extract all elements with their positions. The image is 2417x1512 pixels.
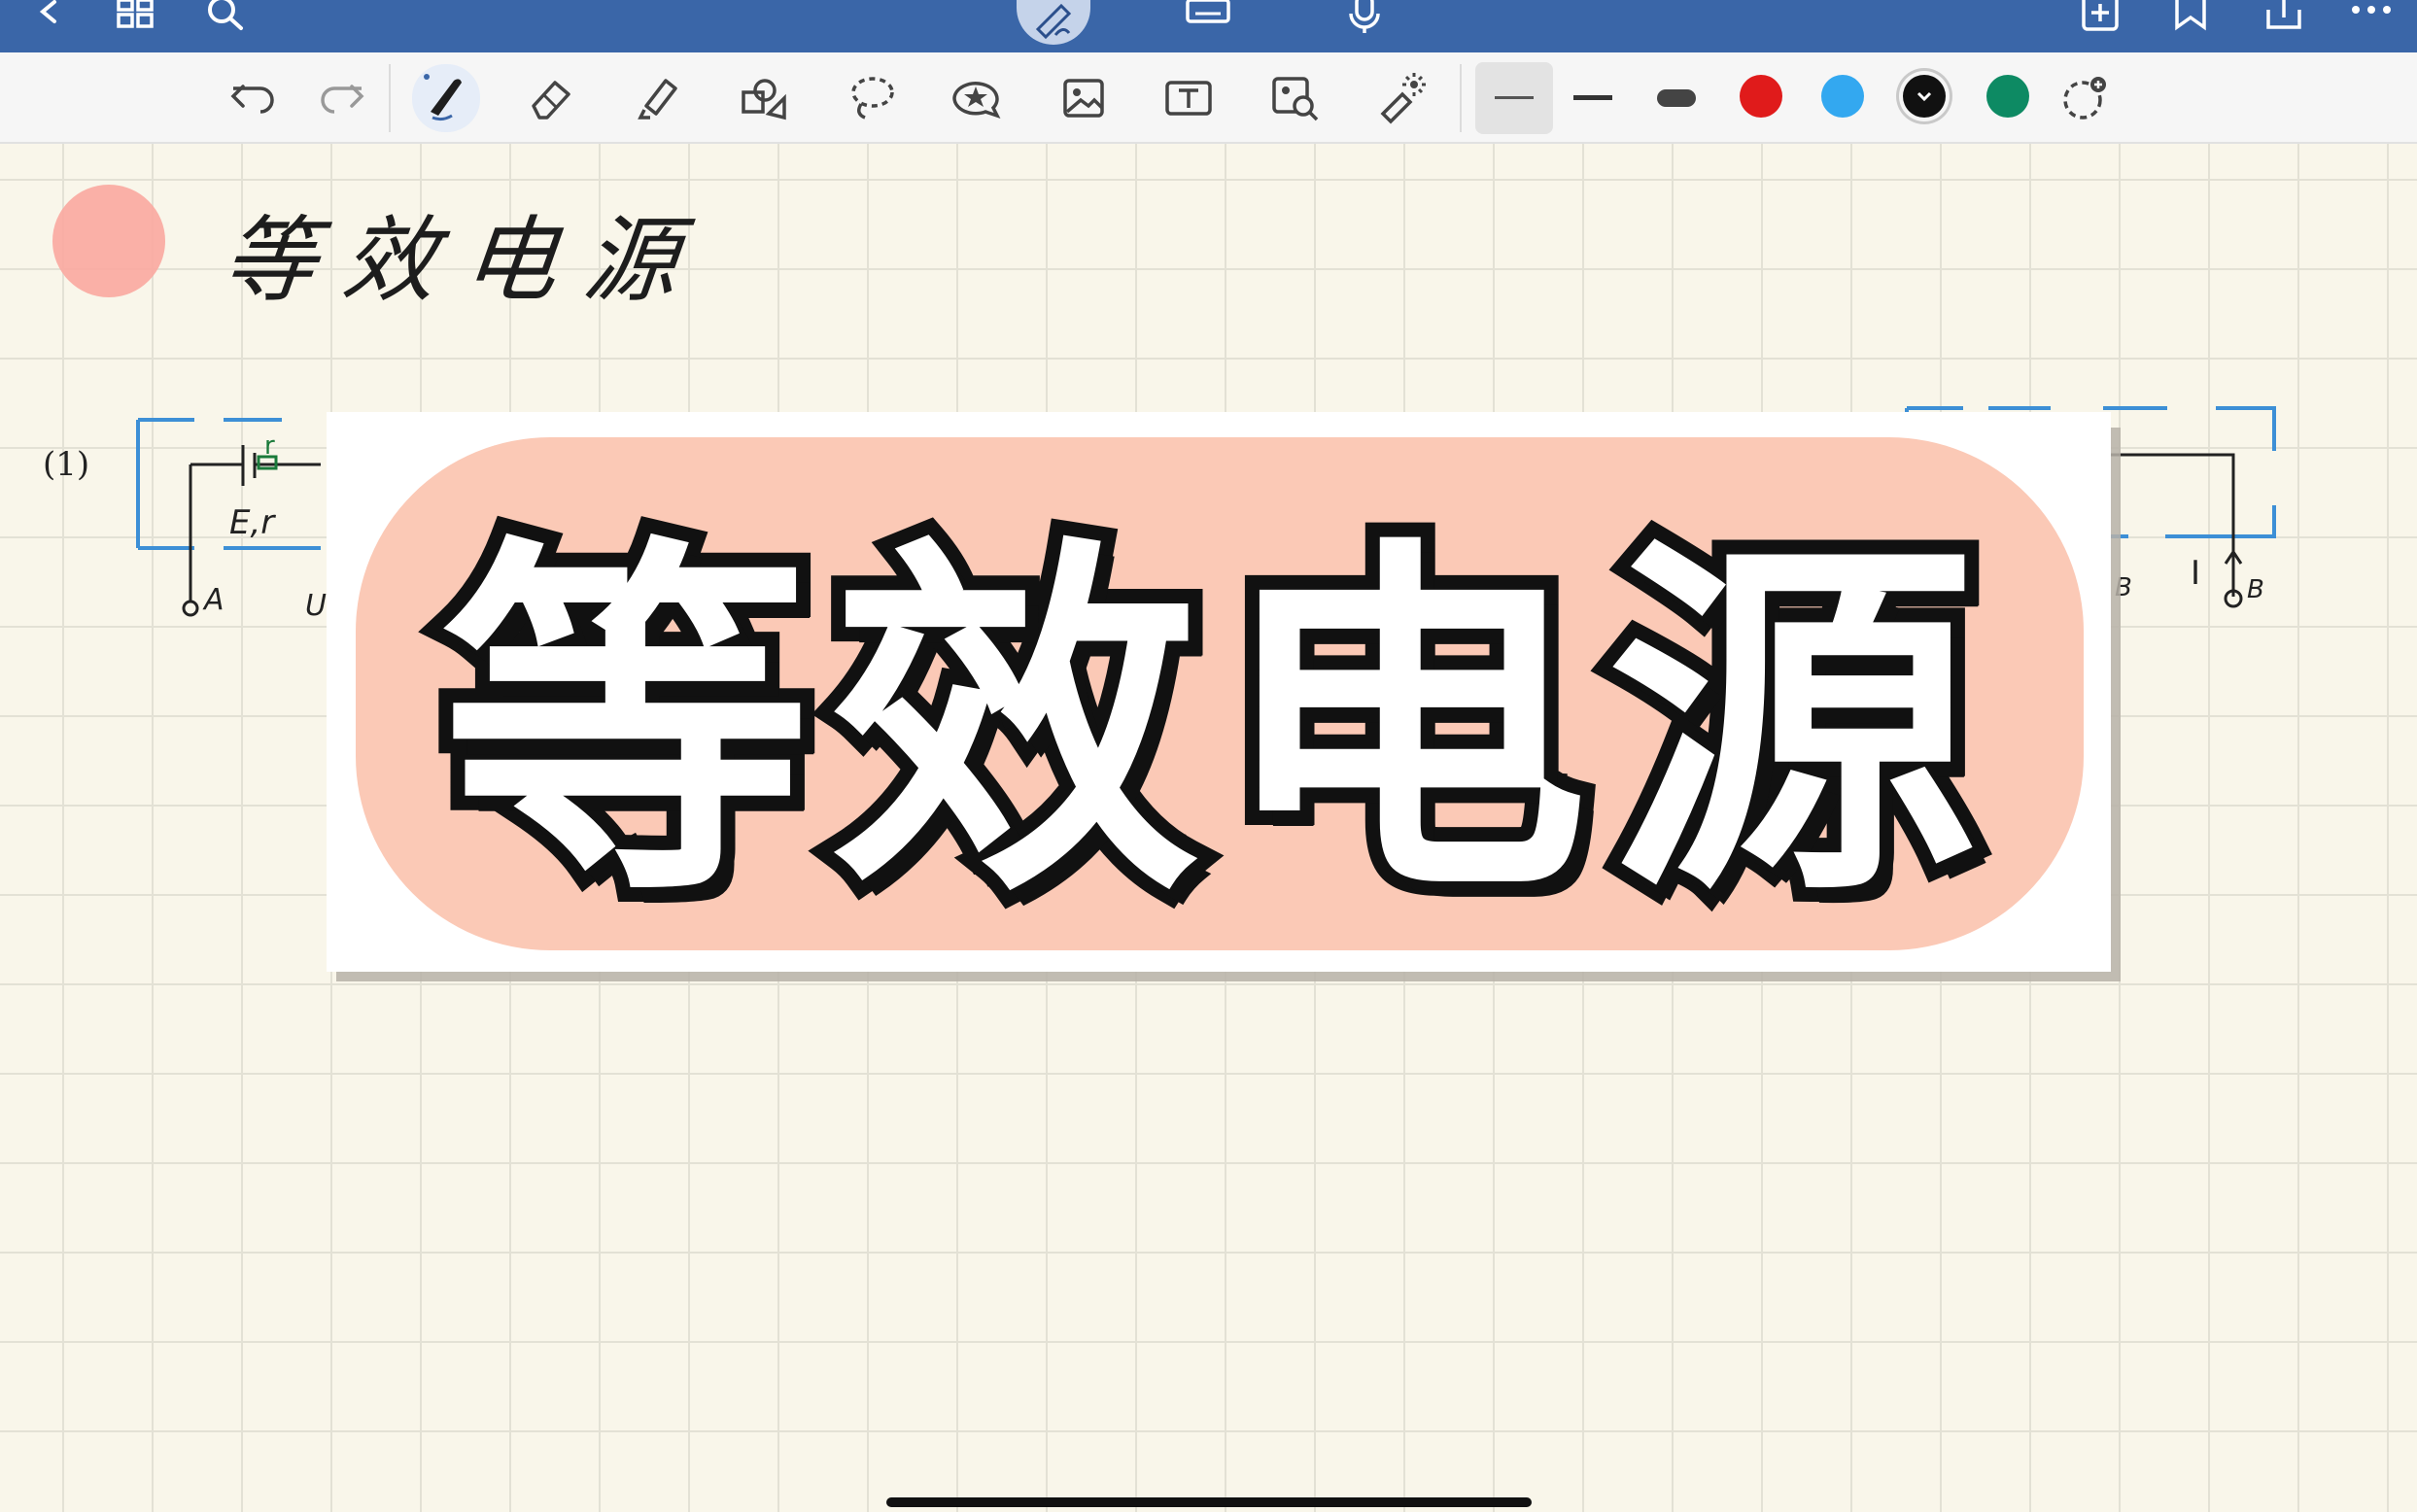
item-number-label: (1) [43,445,90,484]
banner-title: 等效电源 [427,495,1996,954]
resistor-label: r [264,431,275,461]
voltage-label: U [305,589,327,623]
source-label: E,r [229,503,275,542]
title-banner: 等效电源 [327,412,2111,972]
node-b-label: B [2247,575,2264,604]
node-a-label: A [204,583,224,617]
home-indicator[interactable] [886,1497,1532,1507]
current-label: I [2191,554,2201,593]
